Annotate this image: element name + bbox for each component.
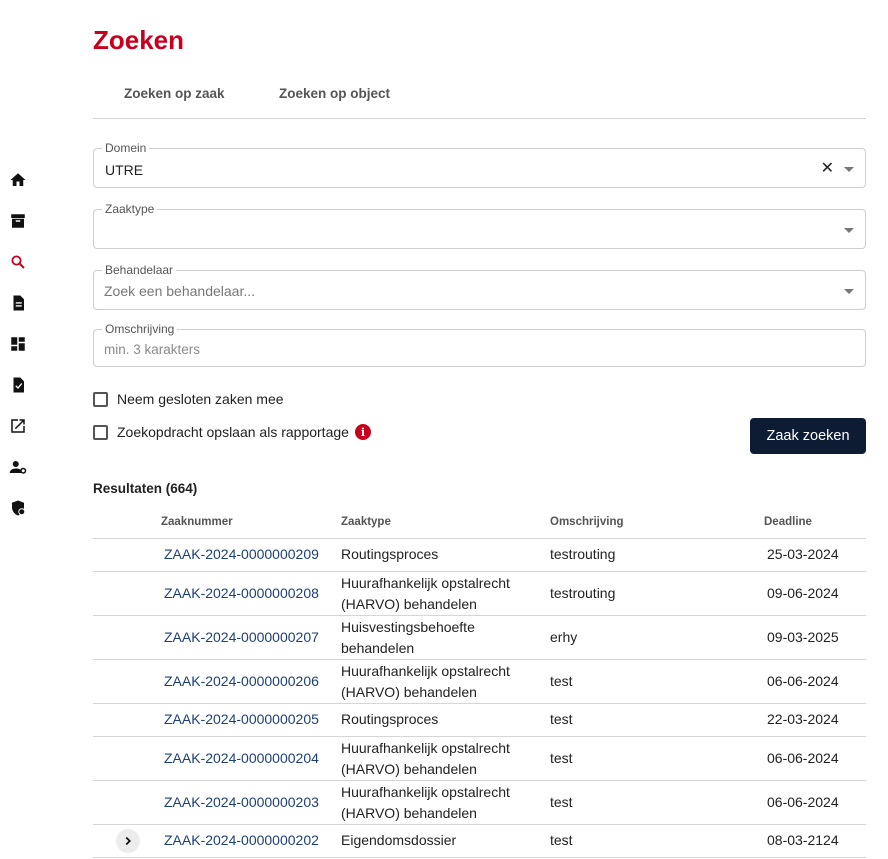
rapportage-label[interactable]: Zoekopdracht opslaan als rapportage — [117, 424, 349, 440]
chevron-down-icon[interactable] — [844, 289, 854, 294]
search-icon[interactable] — [9, 253, 27, 271]
omschrijving-label: Omschrijving — [102, 322, 178, 336]
table-row[interactable]: ZAAK-2024-0000000204 Huurafhankelijk ops… — [93, 737, 866, 781]
zaaktype-cell: Huurafhankelijk opstalrecht — [341, 575, 510, 591]
zaaknummer-link[interactable]: ZAAK-2024-0000000208 — [164, 583, 319, 604]
omschrijving-cell: test — [550, 711, 573, 727]
behandelaar-select[interactable]: Behandelaar — [93, 263, 866, 310]
deadline-cell: 08-03-2124 — [767, 832, 839, 848]
zaaktype-cell: Huurafhankelijk opstalrecht — [341, 784, 510, 800]
table-row[interactable]: ZAAK-2024-0000000203 Huurafhankelijk ops… — [93, 781, 866, 825]
deadline-cell: 09-06-2024 — [767, 585, 839, 601]
column-header-zaaktype[interactable]: Zaaktype — [341, 516, 391, 528]
zaaktype-cell: Huurafhankelijk opstalrecht — [341, 663, 510, 679]
omschrijving-field[interactable]: Omschrijving — [93, 322, 866, 367]
home-icon[interactable] — [9, 171, 27, 189]
deadline-cell: 06-06-2024 — [767, 673, 839, 689]
table-row[interactable]: ZAAK-2024-0000000205 Routingsproces test… — [93, 704, 866, 737]
info-icon[interactable]: i — [354, 424, 371, 440]
tab-zoeken-op-zaak[interactable]: Zoeken op zaak — [124, 86, 225, 101]
zaaktype-select[interactable]: Zaaktype — [93, 202, 866, 249]
expand-row-button[interactable] — [116, 829, 140, 853]
zaaktype-cell-line2: (HARVO) behandelen — [341, 684, 477, 700]
zaaknummer-link[interactable]: ZAAK-2024-0000000207 — [164, 627, 319, 648]
deadline-cell: 06-06-2024 — [767, 794, 839, 810]
zaaktype-label: Zaaktype — [102, 202, 158, 216]
gesloten-zaken-label[interactable]: Neem gesloten zaken mee — [117, 391, 284, 407]
zaaknummer-link[interactable]: ZAAK-2024-0000000205 — [164, 709, 319, 730]
omschrijving-cell: testrouting — [550, 585, 616, 601]
table-row[interactable]: ZAAK-2024-0000000206 Huurafhankelijk ops… — [93, 660, 866, 704]
behandelaar-input[interactable] — [104, 281, 804, 301]
deadline-cell: 25-03-2024 — [767, 546, 839, 562]
tab-zoeken-op-object[interactable]: Zoeken op object — [279, 86, 390, 101]
gesloten-zaken-option: Neem gesloten zaken mee — [93, 391, 284, 407]
table-row[interactable]: ZAAK-2024-0000000208 Huurafhankelijk ops… — [93, 572, 866, 616]
omschrijving-cell: test — [550, 673, 573, 689]
behandelaar-label: Behandelaar — [102, 263, 177, 277]
user-settings-icon[interactable] — [9, 458, 27, 476]
results-title: Resultaten (664) — [93, 481, 198, 496]
search-tabs: Zoeken op zaak Zoeken op object — [93, 80, 866, 119]
document-icon[interactable] — [9, 294, 27, 312]
domein-value: UTRE — [105, 162, 144, 178]
omschrijving-cell: erhy — [550, 629, 578, 645]
chevron-right-icon — [125, 836, 131, 846]
zaaktype-cell-line2: (HARVO) behandelen — [341, 761, 477, 777]
domein-select[interactable]: Domein UTRE ✕ — [93, 141, 866, 188]
deadline-cell: 22-03-2024 — [767, 711, 839, 727]
archive-icon[interactable] — [9, 212, 27, 230]
omschrijving-cell: test — [550, 832, 573, 848]
zaaknummer-link[interactable]: ZAAK-2024-0000000202 — [164, 830, 319, 851]
dashboard-icon[interactable] — [9, 335, 27, 353]
side-navigation — [0, 0, 38, 859]
zaaktype-cell-line2: behandelen — [341, 640, 415, 656]
table-row[interactable]: ZAAK-2024-0000000202 Eigendomsdossier te… — [93, 825, 866, 858]
gesloten-zaken-checkbox[interactable] — [93, 391, 108, 407]
zaaktype-cell: Huurafhankelijk opstalrecht — [341, 740, 510, 756]
zaaktype-cell-line2: (HARVO) behandelen — [341, 805, 477, 821]
zaaktype-cell: Routingsproces — [341, 711, 439, 727]
omschrijving-cell: testrouting — [550, 546, 616, 562]
domein-label: Domein — [102, 141, 150, 155]
zaaknummer-link[interactable]: ZAAK-2024-0000000204 — [164, 748, 319, 769]
file-icon[interactable] — [9, 376, 27, 394]
omschrijving-cell: test — [550, 750, 573, 766]
omschrijving-cell: test — [550, 794, 573, 810]
zaaknummer-link[interactable]: ZAAK-2024-0000000206 — [164, 671, 319, 692]
omschrijving-input[interactable] — [104, 339, 804, 359]
zaak-zoeken-button[interactable]: Zaak zoeken — [750, 418, 866, 454]
zaaknummer-link[interactable]: ZAAK-2024-0000000203 — [164, 792, 319, 813]
results-table: Zaaknummer Zaaktype Omschrijving Deadlin… — [93, 506, 866, 858]
zaaknummer-link[interactable]: ZAAK-2024-0000000209 — [164, 544, 319, 565]
chevron-down-icon[interactable] — [844, 167, 854, 172]
chevron-down-icon[interactable] — [844, 228, 854, 233]
zaaktype-cell: Huisvestingsbehoefte — [341, 619, 475, 635]
shield-icon[interactable] — [9, 499, 27, 517]
table-row[interactable]: ZAAK-2024-0000000207 Huisvestingsbehoeft… — [93, 616, 866, 660]
rapportage-option: Zoekopdracht opslaan als rapportage i — [93, 424, 371, 440]
column-header-deadline[interactable]: Deadline — [764, 516, 812, 528]
column-header-zaaknummer[interactable]: Zaaknummer — [161, 516, 233, 528]
table-row[interactable]: ZAAK-2024-0000000209 Routingsproces test… — [93, 539, 866, 572]
page-title: Zoeken — [93, 25, 185, 55]
zaaktype-cell: Eigendomsdossier — [341, 832, 457, 848]
clear-icon[interactable]: ✕ — [821, 161, 834, 177]
table-header: Zaaknummer Zaaktype Omschrijving Deadlin… — [93, 506, 866, 539]
deadline-cell: 06-06-2024 — [767, 750, 839, 766]
column-header-omschrijving[interactable]: Omschrijving — [550, 516, 624, 528]
deadline-cell: 09-03-2025 — [767, 629, 839, 645]
zaaktype-cell: Routingsproces — [341, 546, 439, 562]
zaaktype-cell-line2: (HARVO) behandelen — [341, 596, 477, 612]
external-link-icon[interactable] — [9, 417, 27, 435]
rapportage-checkbox[interactable] — [93, 424, 108, 440]
